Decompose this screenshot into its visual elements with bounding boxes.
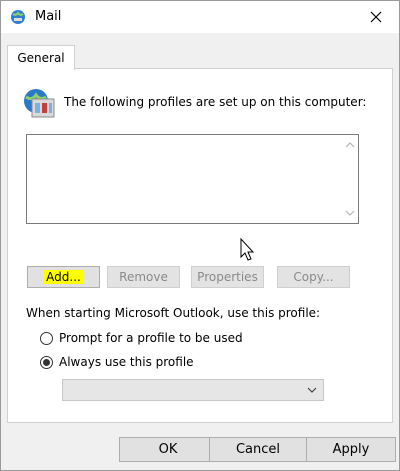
always-profile-radio[interactable] xyxy=(40,355,53,369)
ok-button[interactable]: OK xyxy=(119,437,217,462)
properties-button[interactable]: Properties xyxy=(191,266,264,288)
always-profile-label: Always use this profile xyxy=(59,355,194,369)
add-button[interactable]: Add... xyxy=(27,266,100,288)
profiles-intro-text: The following profiles are set up on thi… xyxy=(64,95,367,109)
prompt-profile-option[interactable]: Prompt for a profile to be used xyxy=(40,331,243,345)
mail-dialog: Mail General The following profiles are … xyxy=(0,0,400,471)
prompt-profile-radio[interactable] xyxy=(40,331,53,345)
remove-button[interactable]: Remove xyxy=(107,266,180,288)
chevron-down-icon xyxy=(307,387,317,393)
startup-profile-text: When starting Microsoft Outlook, use thi… xyxy=(26,306,321,320)
close-icon xyxy=(370,11,382,23)
chevron-up-icon[interactable] xyxy=(345,140,355,150)
mail-globe-icon xyxy=(11,10,25,24)
cancel-button[interactable]: Cancel xyxy=(209,437,307,462)
profiles-list[interactable] xyxy=(26,134,359,224)
profiles-icon xyxy=(24,89,55,118)
copy-button[interactable]: Copy... xyxy=(277,266,350,288)
always-profile-option[interactable]: Always use this profile xyxy=(40,355,194,369)
window-title: Mail xyxy=(35,9,62,24)
apply-button[interactable]: Apply xyxy=(306,437,396,462)
chevron-down-icon[interactable] xyxy=(345,208,355,218)
profile-select[interactable] xyxy=(62,379,324,401)
tab-general[interactable]: General xyxy=(7,45,75,70)
profiles-list-scrollbar[interactable] xyxy=(341,135,358,223)
title-bar: Mail xyxy=(1,1,399,33)
general-tab-panel xyxy=(7,68,393,423)
mouse-cursor-icon xyxy=(240,238,255,261)
prompt-profile-label: Prompt for a profile to be used xyxy=(59,331,243,345)
close-button[interactable] xyxy=(353,1,399,33)
add-button-label: Add... xyxy=(43,270,84,284)
